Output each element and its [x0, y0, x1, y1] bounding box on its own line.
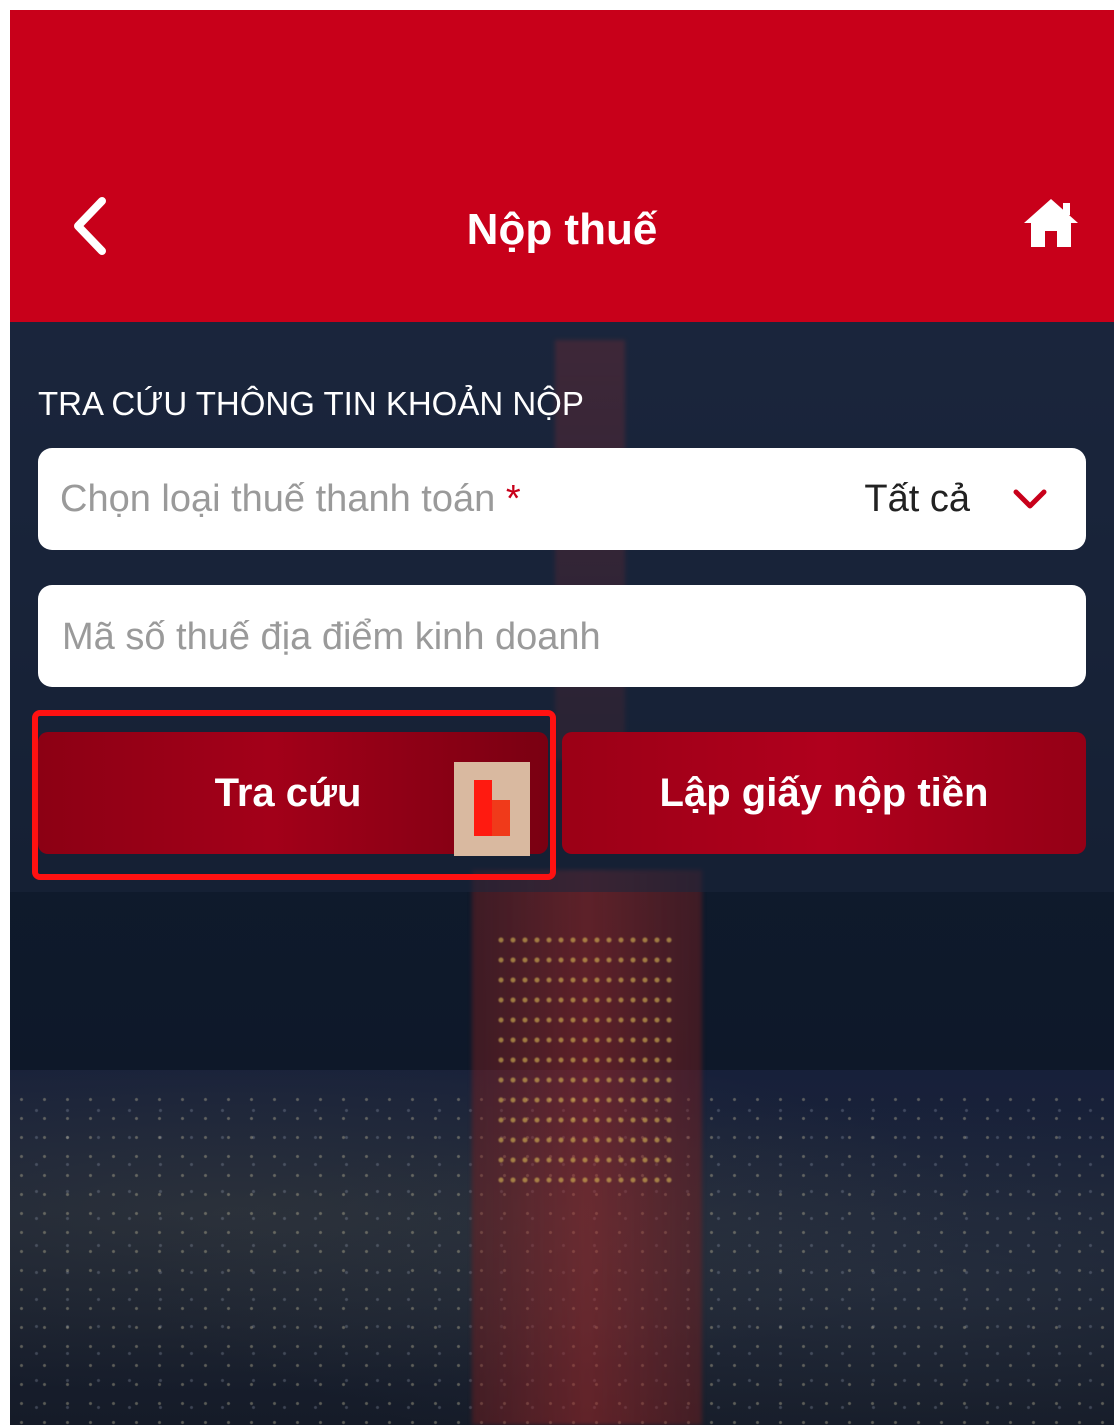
app-screen: Nộp thuế TRA CỨU THÔNG TIN KHOẢN NỘP Chọ… [10, 10, 1114, 1425]
create-payment-slip-label: Lập giấy nộp tiền [659, 771, 989, 815]
background-tower-lights [495, 930, 675, 1190]
tax-code-input[interactable] [60, 585, 1064, 689]
page-title: Nộp thuế [466, 205, 658, 254]
cursor-icon [454, 762, 530, 856]
app-header: Nộp thuế [10, 10, 1114, 322]
home-icon [1024, 199, 1078, 247]
tax-type-value: Tất cả [864, 478, 970, 520]
tax-type-select[interactable]: Chọn loại thuế thanh toán * Tất cả [38, 448, 1086, 550]
home-button[interactable] [1016, 188, 1086, 258]
tax-type-label: Chọn loại thuế thanh toán * [60, 478, 521, 520]
section-title: TRA CỨU THÔNG TIN KHOẢN NỘP [38, 385, 584, 422]
create-payment-slip-button[interactable]: Lập giấy nộp tiền [562, 732, 1086, 854]
chevron-down-icon [1013, 489, 1047, 509]
required-mark: * [505, 478, 521, 520]
tax-code-field [38, 585, 1086, 689]
